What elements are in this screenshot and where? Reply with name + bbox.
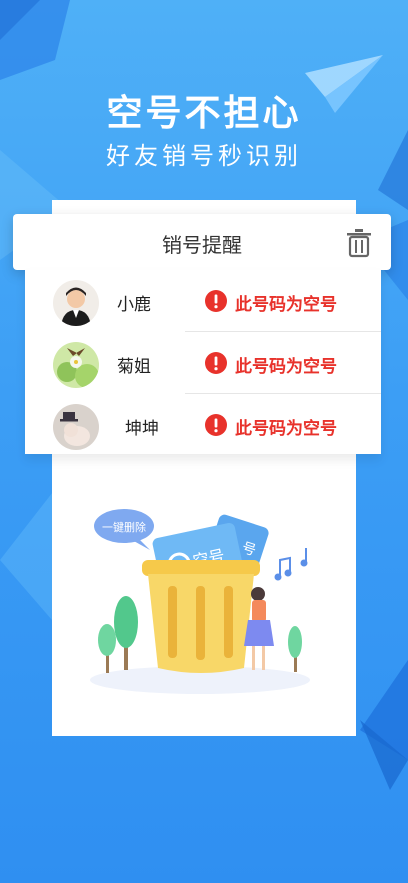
alert-icon bbox=[205, 352, 227, 374]
contact-name: 小鹿 bbox=[117, 295, 151, 315]
trash-icon[interactable] bbox=[345, 228, 373, 258]
avatar bbox=[53, 342, 99, 388]
alert-icon bbox=[205, 414, 227, 436]
header-card: 销号提醒 bbox=[13, 214, 391, 270]
contact-list: 小鹿 此号码为空号 菊姐 此号码为空号 坤坤 此号码为空号 bbox=[25, 270, 381, 454]
status-text: 此号码为空号 bbox=[235, 357, 337, 377]
contact-name: 坤坤 bbox=[125, 419, 159, 439]
avatar bbox=[53, 280, 99, 326]
bubble-text: 一键删除 bbox=[102, 520, 146, 534]
music-note-icon bbox=[274, 548, 308, 581]
page-title: 空号不担心 bbox=[106, 93, 302, 134]
avatar bbox=[53, 404, 99, 450]
list-item[interactable]: 小鹿 此号码为空号 bbox=[25, 270, 381, 332]
header-title: 销号提醒 bbox=[162, 233, 242, 257]
trash-bin-illustration: 一键删除 号 空号 bbox=[90, 509, 310, 694]
status-text: 此号码为空号 bbox=[235, 295, 337, 315]
contact-name: 菊姐 bbox=[117, 357, 151, 377]
status-text: 此号码为空号 bbox=[235, 419, 337, 439]
alert-icon bbox=[205, 290, 227, 312]
page-subtitle: 好友销号秒识别 bbox=[106, 142, 302, 170]
list-item[interactable]: 坤坤 此号码为空号 bbox=[25, 394, 381, 456]
list-item[interactable]: 菊姐 此号码为空号 bbox=[25, 332, 381, 394]
